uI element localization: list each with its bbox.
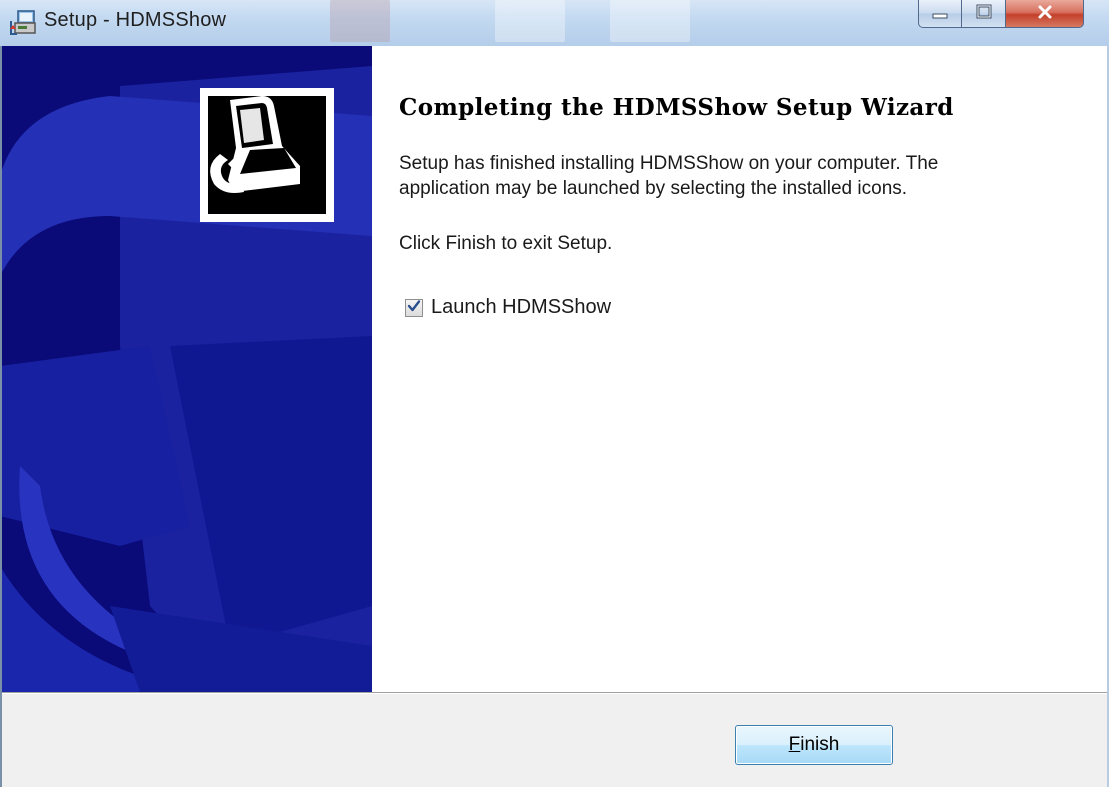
launch-option[interactable]: Launch HDMSShow (405, 296, 611, 319)
close-icon (1035, 4, 1055, 24)
setup-installer-icon[interactable] (9, 9, 37, 37)
window-title: Setup - HDMSShow (44, 9, 227, 31)
launch-checkbox[interactable] (405, 298, 423, 317)
finish-message-line: application may be launched by selecting… (399, 178, 908, 199)
exit-instruction: Click Finish to exit Setup. (399, 233, 613, 254)
close-button[interactable] (1006, 0, 1084, 28)
finish-button-label: inish (800, 734, 840, 755)
setup-window: Setup - HDMSShow Completing the HDMSShow… (0, 0, 1109, 787)
wizard-banner-image (0, 46, 372, 692)
launch-checkbox-label[interactable]: Launch HDMSShow (431, 296, 611, 319)
finish-button-mnemonic: F (788, 734, 801, 755)
wizard-content: Completing the HDMSShow Setup Wizard Set… (372, 46, 1109, 692)
window-border-left (0, 46, 2, 787)
finish-message-line: Setup has finished installing HDMSShow o… (399, 153, 939, 174)
minimize-button[interactable] (918, 0, 962, 28)
titlebar-reflection (495, 0, 565, 42)
finish-message: Setup has finished installing HDMSShow o… (399, 151, 1099, 201)
maximize-button[interactable] (962, 0, 1006, 28)
caption-buttons (918, 0, 1084, 30)
wizard-footer (0, 694, 1109, 787)
titlebar-reflection (330, 0, 390, 42)
finish-button[interactable]: Finish (735, 725, 893, 765)
maximize-icon (975, 4, 993, 24)
titlebar-reflection (610, 0, 690, 42)
title-bar[interactable]: Setup - HDMSShow (0, 0, 1109, 46)
checkmark-icon (407, 298, 421, 317)
minimize-icon (931, 4, 949, 23)
wizard-logo (200, 88, 334, 222)
wizard-heading: Completing the HDMSShow Setup Wizard (399, 94, 954, 121)
computer-install-icon (208, 96, 326, 214)
